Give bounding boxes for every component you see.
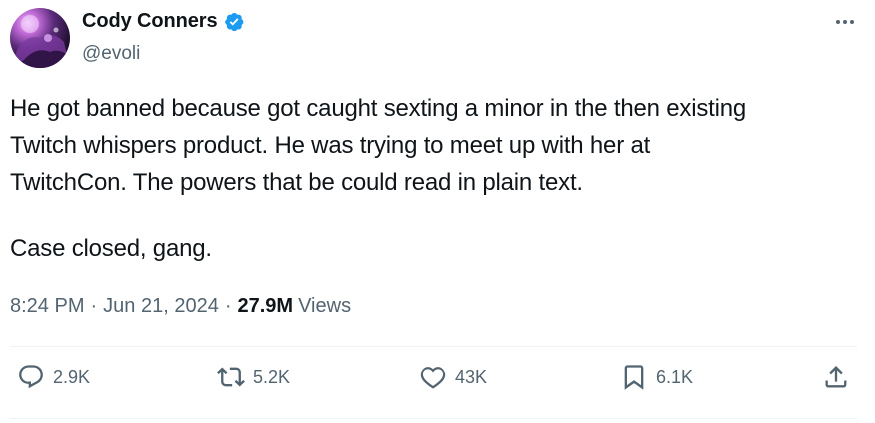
meta-separator: · [90,295,98,317]
reply-count: 2.9K [53,366,91,387]
share-upload-icon [825,366,847,388]
verified-badge-icon[interactable] [223,11,245,33]
bookmark-icon [624,365,644,390]
tweet-paragraph: He got banned because got caught sexting… [10,95,747,196]
more-horizontal-icon[interactable] [833,10,857,34]
bookmark-count: 6.1K [656,366,694,387]
divider [10,346,857,347]
divider [10,418,857,419]
repost-count: 5.2K [253,366,291,387]
tweet-card: Cody Conners @evoli He got banned becaus… [0,0,875,423]
like-button[interactable]: 43K [419,363,487,391]
avatar[interactable] [10,8,70,68]
avatar-image [10,15,70,68]
meta-separator: · [224,295,232,317]
tweet-metadata: 8:24 PM · Jun 21, 2024 · 27.9M Views [10,295,351,318]
tweet-time[interactable]: 8:24 PM [10,295,84,318]
author-handle[interactable]: @evoli [82,43,140,65]
tweet-paragraph: Case closed, gang. [10,235,212,262]
author-display-name[interactable]: Cody Conners [82,10,218,33]
bookmark-button[interactable]: 6.1K [620,363,693,391]
reply-button[interactable]: 2.9K [17,363,90,391]
repost-button[interactable]: 5.2K [217,363,290,391]
repost-arrows-icon [217,367,245,387]
heart-icon [420,367,446,389]
reply-bubble-icon [19,365,43,389]
share-button[interactable] [822,363,850,391]
like-count: 43K [455,366,488,387]
views-label: Views [298,295,352,317]
author-name-row: Cody Conners [82,10,245,33]
tweet-action-bar: 2.9K 5.2K 43K 6.1K [0,363,875,403]
tweet-date[interactable]: Jun 21, 2024 [103,295,219,318]
tweet-text: He got banned because got caught sexting… [10,90,860,267]
views-count: 27.9M [237,295,294,317]
